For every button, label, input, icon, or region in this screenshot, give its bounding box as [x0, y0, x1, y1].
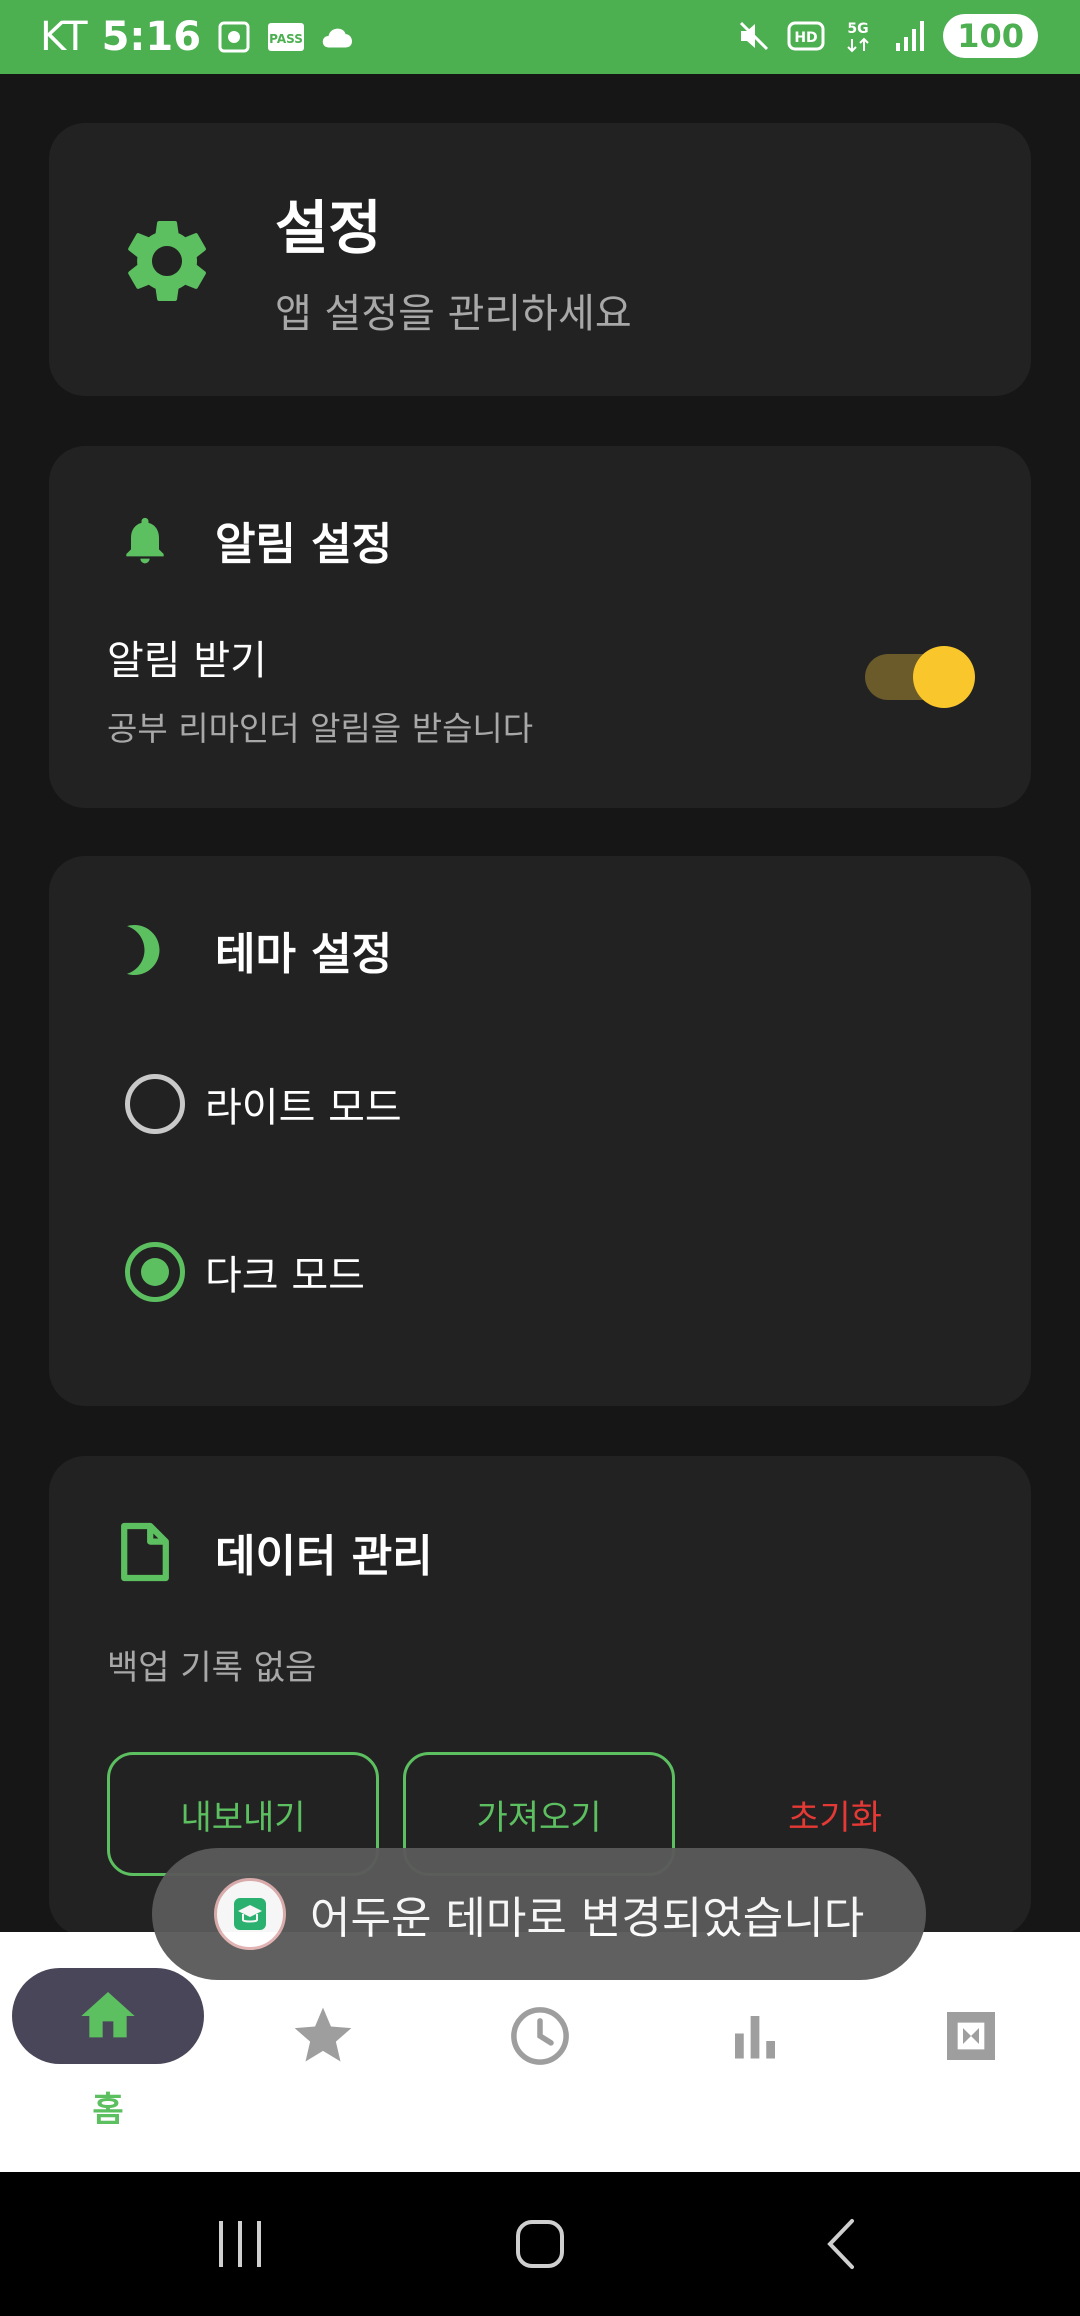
recent-apps-icon	[219, 2221, 261, 2267]
notification-toggle[interactable]	[865, 646, 975, 708]
status-bar: KT 5:16 PASS HD 5G 100	[0, 0, 1080, 74]
back-button[interactable]	[800, 2212, 880, 2276]
pass-icon: PASS	[267, 18, 305, 56]
nav-label-home: 홈	[92, 2090, 124, 2130]
nav-item-history[interactable]	[445, 1988, 635, 2084]
carrier-label: KT	[40, 14, 88, 60]
nav-item-home[interactable]	[12, 1968, 204, 2064]
notification-option-label: 알림 받기	[107, 638, 267, 684]
theme-option-light[interactable]: 라이트 모드	[125, 1074, 402, 1134]
signal-icon	[891, 17, 929, 55]
svg-text:HD: HD	[795, 30, 818, 46]
home-icon	[81, 1992, 135, 2038]
toast-text: 어두운 테마로 변경되었습니다	[310, 1893, 865, 1944]
theme-settings-card: 테마 설정 라이트 모드 다크 모드	[49, 856, 1031, 1406]
nav-item-settings[interactable]	[876, 1988, 1066, 2084]
mute-icon	[735, 17, 773, 55]
gear-icon	[128, 220, 206, 301]
5g-icon: 5G	[839, 17, 877, 55]
document-icon	[121, 1522, 169, 1582]
toggle-knob	[913, 646, 975, 708]
screenshot-icon	[215, 18, 253, 56]
theme-option-label: 라이트 모드	[205, 1085, 402, 1131]
notification-section-title: 알림 설정	[215, 519, 393, 570]
battery-indicator: 100	[943, 14, 1038, 58]
theme-section-title: 테마 설정	[215, 929, 393, 980]
toast-message: 어두운 테마로 변경되었습니다	[152, 1848, 926, 1980]
backup-status: 백업 기록 없음	[107, 1648, 317, 1688]
notification-settings-card: 알림 설정 알림 받기 공부 리마인더 알림을 받습니다	[49, 446, 1031, 808]
cloud-icon	[319, 18, 357, 56]
hd-icon: HD	[787, 17, 825, 55]
back-chevron-icon	[827, 2219, 854, 2269]
bar-chart-icon	[735, 2016, 775, 2059]
theme-option-dark[interactable]: 다크 모드	[125, 1242, 365, 1302]
bell-icon	[126, 517, 164, 564]
theme-option-label: 다크 모드	[205, 1253, 365, 1299]
recent-apps-button[interactable]	[200, 2212, 280, 2276]
data-section-title: 데이터 관리	[215, 1531, 433, 1582]
radio-checked-icon[interactable]	[125, 1242, 185, 1302]
notification-option-desc: 공부 리마인더 알림을 받습니다	[107, 709, 534, 748]
moon-icon	[127, 925, 160, 975]
nav-item-favorites[interactable]	[228, 1988, 418, 2084]
home-circle-icon	[516, 2220, 564, 2268]
radio-unchecked-icon[interactable]	[125, 1074, 185, 1134]
system-home-button[interactable]	[500, 2212, 580, 2276]
system-navigation-bar	[0, 2172, 1080, 2316]
page-subtitle: 앱 설정을 관리하세요	[275, 291, 632, 337]
page-title: 설정	[275, 194, 382, 262]
clock-time: 5:16	[101, 14, 202, 60]
svg-text:5G: 5G	[848, 21, 869, 37]
settings-header-card: 설정 앱 설정을 관리하세요	[49, 123, 1031, 396]
nav-item-statistics[interactable]	[660, 1988, 850, 2084]
clock-icon	[511, 2007, 569, 2065]
star-icon	[294, 2007, 352, 2062]
settings-icon	[947, 2012, 995, 2060]
app-logo-icon	[214, 1878, 286, 1950]
svg-text:PASS: PASS	[269, 32, 303, 46]
